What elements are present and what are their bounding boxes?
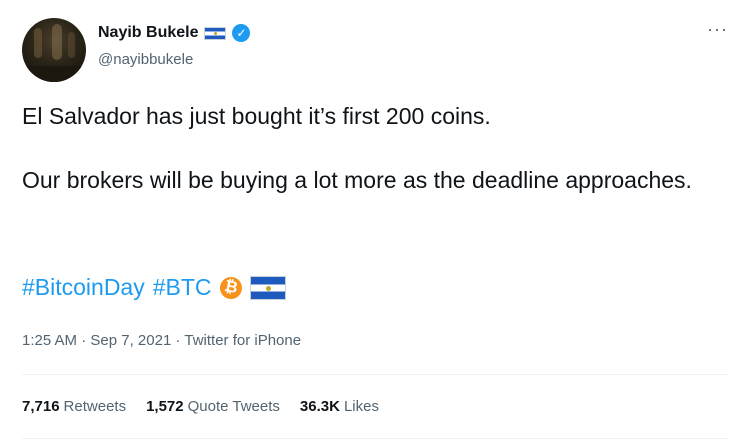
retweets-label: Retweets [63,398,127,415]
tweet-source[interactable]: Twitter for iPhone [184,332,301,349]
avatar-figure [34,28,42,58]
author-name-row: Nayib Bukele ✓ [98,24,251,42]
likes-count: 36.3K [299,398,340,415]
tweet-time[interactable]: 1:25 AM [22,332,77,349]
quote-tweets-stat[interactable]: 1,572 Quote Tweets [146,398,280,415]
divider [22,438,728,439]
more-options-icon[interactable]: ··· [707,20,728,38]
author-display-name[interactable]: Nayib Bukele [98,24,198,42]
likes-label: Likes [343,398,379,415]
tweet-paragraph: El Salvador has just bought it’s first 2… [22,103,491,129]
meta-separator: · [77,332,91,349]
likes-stat[interactable]: 36.3K Likes [300,398,379,415]
retweets-count: 7,716 [22,398,60,415]
tweet-text: El Salvador has just bought it’s first 2… [22,100,722,196]
tweet-paragraph: Our brokers will be buying a lot more as… [22,167,692,193]
hashtags: #BitcoinDay #BTC ₿ [22,274,286,301]
divider [22,374,728,375]
el-salvador-flag-icon [204,26,227,40]
meta-separator: · [171,332,185,349]
author-handle[interactable]: @nayibbukele [98,51,193,68]
tweet-stats: 7,716 Retweets 1,572 Quote Tweets 36.3K Lik… [22,398,379,415]
tweet-date[interactable]: Sep 7, 2021 [90,332,171,349]
tweet-meta: 1:25 AM · Sep 7, 2021 · Twitter for iPho… [22,332,301,349]
avatar-ground [22,66,86,82]
retweets-stat[interactable]: 7,716 Retweets [22,398,126,415]
avatar-figure [68,32,75,58]
verified-badge-icon: ✓ [232,24,251,42]
el-salvador-flag-icon [249,275,286,300]
author-avatar[interactable] [22,18,86,82]
hashtag-link[interactable]: #BTC [153,274,212,301]
avatar-figure [52,24,62,60]
quote-tweets-label: Quote Tweets [187,398,280,415]
bitcoin-icon: ₿ [217,274,244,301]
hashtag-link[interactable]: #BitcoinDay [22,274,145,301]
quote-tweets-count: 1,572 [146,398,184,415]
